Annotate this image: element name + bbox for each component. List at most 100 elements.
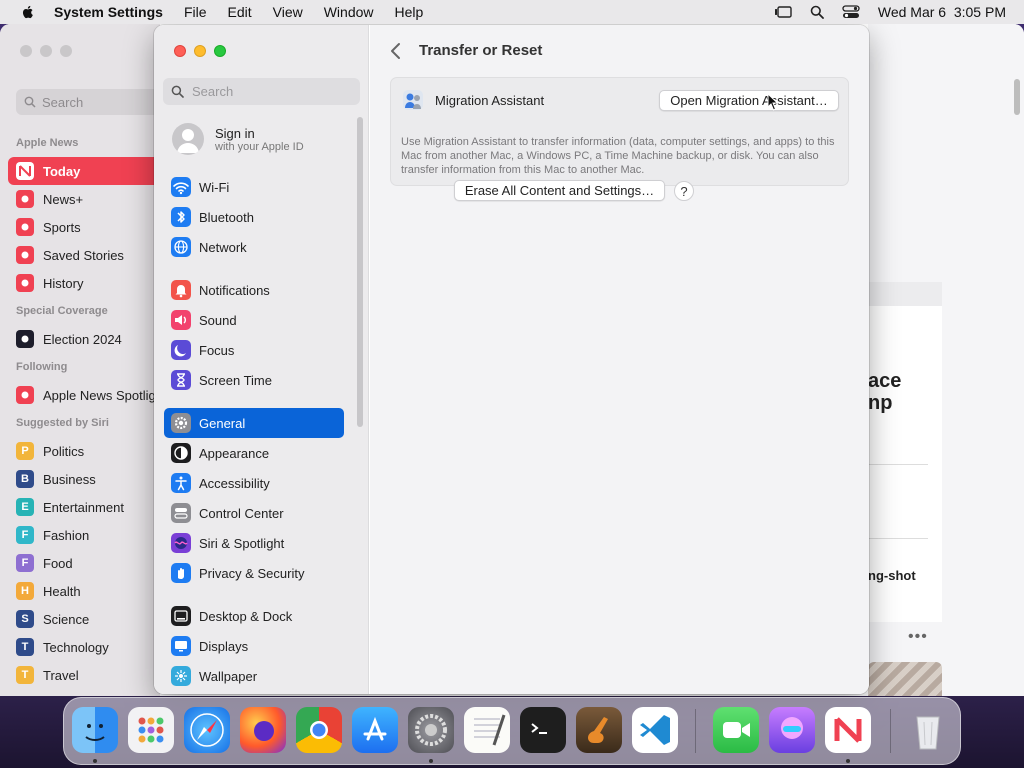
sidebar-item-siri-spotlight[interactable]: Siri & Spotlight [164,528,354,558]
garageband-icon[interactable] [576,707,622,753]
headline-fragment[interactable]: np [868,392,892,415]
sidebar-scrollbar[interactable] [357,117,363,427]
sidebar-item-appearance[interactable]: Appearance [164,438,354,468]
scrollbar[interactable] [1014,79,1020,115]
minimize-button[interactable] [40,45,52,57]
news-sidebar-item-label: Science [43,611,90,627]
siri-icon [171,533,191,553]
minimize-button[interactable] [194,45,206,57]
textedit-icon[interactable] [464,707,510,753]
news-sidebar-item[interactable]: F Food [8,549,160,577]
news-sidebar-item[interactable]: P Politics [8,437,160,465]
sidebar-item-label: Siri & Spotlight [199,535,285,551]
story-photo[interactable] [868,662,942,696]
menu-view[interactable]: View [273,4,303,20]
terminal-icon[interactable] [520,707,566,753]
news-sidebar-item[interactable]: H Health [8,577,160,605]
news-sidebar-item-label: Entertainment [43,499,124,515]
menu-edit[interactable]: Edit [228,4,252,20]
menu-app-name[interactable]: System Settings [54,4,163,20]
news-sidebar-item[interactable]: Sports [8,213,160,241]
system-settings-icon[interactable] [408,707,454,753]
news-sidebar-item[interactable]: E Entertainment [8,493,160,521]
facetime-icon[interactable] [713,707,759,753]
bluetooth-icon [171,207,191,227]
sports-icon [16,218,34,236]
alien-app-icon[interactable] [769,707,815,753]
sidebar-item-privacy-security[interactable]: Privacy & Security [164,558,354,588]
sidebar-item-wi-fi[interactable]: Wi-Fi [164,172,354,202]
sidebar-item-screen-time[interactable]: Screen Time [164,365,354,395]
stage-manager-icon[interactable] [774,5,792,19]
topic-letter-icon: F [16,526,34,544]
news-sidebar-item[interactable]: S Science [8,605,160,633]
sidebar-item-network[interactable]: Network [164,232,354,262]
moon-icon [171,340,191,360]
news-app-icon[interactable] [825,707,871,753]
sidebar-item-displays[interactable]: Displays [164,631,354,661]
apple-menu-icon[interactable] [20,4,36,20]
sidebar-item-notifications[interactable]: Notifications [164,275,354,305]
news-sidebar-item[interactable]: F Fashion [8,521,160,549]
menu-window[interactable]: Window [324,4,374,20]
news-sidebar-item[interactable]: Saved Stories [8,241,160,269]
close-button[interactable] [20,45,32,57]
news-sidebar-item[interactable]: Apple News Spotlight [8,381,160,409]
clock-icon [16,274,34,292]
news-search-field[interactable]: Search [16,89,166,115]
sidebar-item-focus[interactable]: Focus [164,335,354,365]
mouse-cursor-icon [767,93,779,111]
vscode-icon[interactable] [632,707,678,753]
sidebar-item-bluetooth[interactable]: Bluetooth [164,202,354,232]
appearance-icon [171,443,191,463]
open-migration-assistant-button[interactable]: Open Migration Assistant… [659,90,839,111]
help-button[interactable]: ? [674,181,694,201]
bookmark-icon [16,246,34,264]
news-sidebar-item-label: Apple News Spotlight [43,387,160,403]
launchpad-icon[interactable] [128,707,174,753]
back-chevron-icon[interactable] [388,42,404,60]
sidebar-item-sound[interactable]: Sound [164,305,354,335]
finder-icon[interactable] [72,707,118,753]
app-store-icon[interactable] [352,707,398,753]
sidebar-item-control-center[interactable]: Control Center [164,498,354,528]
firefox-icon[interactable] [240,707,286,753]
erase-all-content-button[interactable]: Erase All Content and Settings… [454,180,665,201]
chrome-icon[interactable] [296,707,342,753]
settings-search-field[interactable]: Search [163,78,360,105]
settings-sidebar: Search Sign in with your Apple ID Wi-Fi B… [154,25,369,694]
news-sidebar-item[interactable]: News+ [8,185,160,213]
safari-icon[interactable] [184,707,230,753]
menu-help[interactable]: Help [395,4,424,20]
sidebar-item-general[interactable]: General [164,408,344,438]
sidebar-item-wallpaper[interactable]: Wallpaper [164,661,354,691]
sidebar-item-accessibility[interactable]: Accessibility [164,468,354,498]
news-sidebar-item[interactable]: History [8,269,160,297]
news-sidebar-item[interactable]: Today [8,157,160,185]
news-sidebar-item[interactable]: Election 2024 [8,325,160,353]
news-sidebar-item[interactable]: T Technology [8,633,160,661]
news-sidebar-item-label: Saved Stories [43,247,124,263]
topic-letter-icon: F [16,554,34,572]
hand-icon [171,563,191,583]
spotlight-icon [16,386,34,404]
sidebar-item-label: Appearance [199,445,270,461]
zoom-button[interactable] [60,45,72,57]
news-sidebar-item-label: Sports [43,219,81,235]
news-sidebar-item[interactable]: B Business [8,465,160,493]
zoom-button[interactable] [214,45,226,57]
story-headline-fragment[interactable]: ng-shot [868,568,916,583]
close-button[interactable] [174,45,186,57]
migration-assistant-label: Migration Assistant [435,93,545,108]
menubar-clock[interactable]: Wed Mar 6 3:05 PM [878,4,1006,20]
sidebar-item-desktop-dock[interactable]: Desktop & Dock [164,601,354,631]
apple-id-signin[interactable]: Sign in with your Apple ID [164,117,354,161]
news-sidebar-item[interactable]: T Travel [8,661,160,689]
menu-file[interactable]: File [184,4,207,20]
control-center-icon[interactable] [842,5,860,19]
more-options-icon[interactable]: ••• [908,628,928,646]
headline-fragment[interactable]: ace [868,370,901,393]
search-icon[interactable] [810,5,824,19]
trash-icon[interactable] [905,707,951,753]
